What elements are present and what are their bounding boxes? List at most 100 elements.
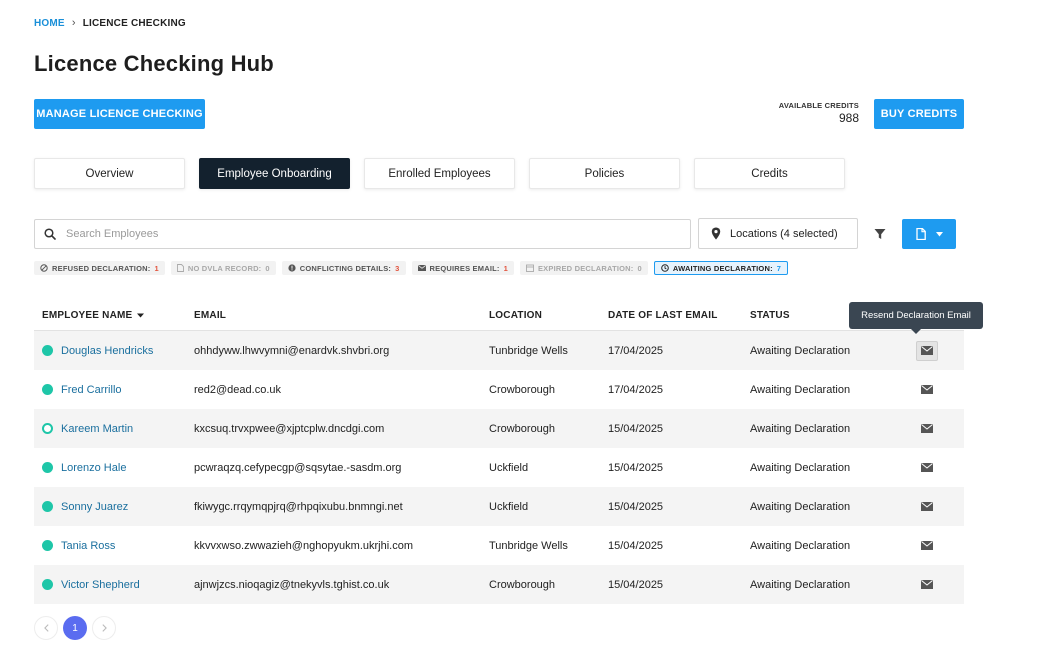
search-box <box>34 219 691 249</box>
envelope-icon <box>921 346 933 355</box>
available-credits: AVAILABLE CREDITS 988 <box>779 101 859 125</box>
employee-name-link[interactable]: Kareem Martin <box>61 423 133 435</box>
table-row: Douglas Hendricks ohhdyww.lhwvymni@enard… <box>34 331 964 370</box>
tab-enrolled-employees[interactable]: Enrolled Employees <box>364 158 515 189</box>
chip-requires-email[interactable]: REQUIRES EMAIL: 1 <box>411 261 514 275</box>
last-email-date: 15/04/2025 <box>608 578 664 591</box>
employee-location: Crowborough <box>489 578 556 591</box>
last-email-date: 15/04/2025 <box>608 461 664 474</box>
employee-email: red2@dead.co.uk <box>194 383 282 396</box>
breadcrumb-current: LICENCE CHECKING <box>82 17 186 29</box>
tab-overview[interactable]: Overview <box>34 158 185 189</box>
chip-count: 3 <box>395 263 400 273</box>
breadcrumb-home-link[interactable]: HOME <box>34 18 65 29</box>
sort-desc-icon <box>137 313 145 317</box>
last-email-date: 15/04/2025 <box>608 539 664 552</box>
employee-email: pcwraqzq.cefypecgp@sqsytae.-sasdm.org <box>194 461 402 474</box>
chip-label: AWAITING DECLARATION: <box>672 263 773 273</box>
column-header-email: EMAIL <box>194 309 227 321</box>
filter-button[interactable] <box>871 226 889 242</box>
next-page-button[interactable] <box>92 616 116 640</box>
resend-email-button[interactable] <box>916 497 938 517</box>
table-row: Sonny Juarez fkiwygc.rrqymqpjrq@rhpqixub… <box>34 487 964 526</box>
employee-name-link[interactable]: Douglas Hendricks <box>61 345 153 357</box>
credits-value: 988 <box>838 111 859 125</box>
chevron-right-icon: › <box>71 17 76 29</box>
page-number-button[interactable]: 1 <box>63 616 87 640</box>
employee-email: kkvvxwso.zwwazieh@nghopyukm.ukrjhi.com <box>194 539 414 552</box>
table-row: Kareem Martin kxcsuq.trvxpwee@xjptcplw.d… <box>34 409 964 448</box>
export-dropdown-button[interactable] <box>902 219 956 249</box>
last-email-date: 17/04/2025 <box>608 344 664 357</box>
search-icon <box>44 228 56 240</box>
status-dot <box>42 579 53 590</box>
employee-location: Crowborough <box>489 383 556 396</box>
resend-email-button[interactable] <box>916 380 938 400</box>
employee-email: ajnwjzcs.nioqagiz@tnekyvls.tghist.co.uk <box>194 578 390 591</box>
employee-status: Awaiting Declaration <box>750 539 851 552</box>
table-row: Victor Shepherd ajnwjzcs.nioqagiz@tnekyv… <box>34 565 964 604</box>
resend-email-tooltip: Resend Declaration Email <box>849 302 983 334</box>
employee-email: kxcsuq.trvxpwee@xjptcplw.dncdgi.com <box>194 422 385 435</box>
table-row: Tania Ross kkvvxwso.zwwazieh@nghopyukm.u… <box>34 526 964 565</box>
status-dot <box>42 540 53 551</box>
chip-conflicting-details[interactable]: CONFLICTING DETAILS: 3 <box>281 261 406 275</box>
chip-count: 1 <box>503 263 508 273</box>
resend-email-button[interactable] <box>916 458 938 478</box>
status-dot-hollow <box>42 423 53 434</box>
clock-icon <box>661 264 669 272</box>
buy-credits-button[interactable]: BUY CREDITS <box>874 99 964 129</box>
page-title: Licence Checking Hub <box>34 51 274 76</box>
column-header-date-of-last-email: DATE OF LAST EMAIL <box>608 309 718 321</box>
envelope-icon <box>921 580 933 589</box>
employee-name-link[interactable]: Victor Shepherd <box>61 579 140 591</box>
tab-credits[interactable]: Credits <box>694 158 845 189</box>
locations-label: Locations (4 selected) <box>730 227 838 240</box>
employee-name-link[interactable]: Sonny Juarez <box>61 501 128 513</box>
last-email-date: 15/04/2025 <box>608 422 664 435</box>
chip-count: 1 <box>154 263 159 273</box>
chip-count: 7 <box>776 263 782 273</box>
employee-location: Tunbridge Wells <box>489 539 568 552</box>
chip-awaiting-declaration[interactable]: AWAITING DECLARATION: 7 <box>653 261 789 275</box>
chip-refused-declaration[interactable]: REFUSED DECLARATION: 1 <box>34 261 165 275</box>
breadcrumb: HOME › LICENCE CHECKING <box>34 17 186 29</box>
chip-label: NO DVLA RECORD: <box>187 263 262 273</box>
column-header-location: LOCATION <box>489 309 543 321</box>
envelope-icon <box>921 463 933 472</box>
employee-status: Awaiting Declaration <box>750 578 851 591</box>
resend-email-button[interactable] <box>916 340 938 361</box>
status-dot <box>42 345 53 356</box>
tab-employee-onboarding[interactable]: Employee Onboarding <box>199 158 350 189</box>
table-header: EMPLOYEE NAME EMAIL LOCATION DATE OF LAS… <box>34 300 964 331</box>
employee-status: Awaiting Declaration <box>750 383 851 396</box>
table-row: Lorenzo Hale pcwraqzq.cefypecgp@sqsytae.… <box>34 448 964 487</box>
employee-email: ohhdyww.lhwvymni@enardvk.shvbri.org <box>194 344 390 357</box>
employee-name-link[interactable]: Fred Carrillo <box>61 384 122 396</box>
resend-email-button[interactable] <box>916 536 938 556</box>
column-header-employee-name[interactable]: EMPLOYEE NAME <box>34 310 194 321</box>
envelope-icon <box>921 385 933 394</box>
manage-licence-checking-button[interactable]: MANAGE LICENCE CHECKING <box>34 99 205 129</box>
filter-icon <box>874 229 886 239</box>
tab-policies[interactable]: Policies <box>529 158 680 189</box>
employee-name-link[interactable]: Tania Ross <box>61 540 115 552</box>
employee-location: Uckfield <box>489 500 529 513</box>
map-pin-icon <box>711 227 721 240</box>
resend-email-button[interactable] <box>916 419 938 439</box>
employee-status: Awaiting Declaration <box>750 344 851 357</box>
envelope-icon <box>921 424 933 433</box>
chip-no-dvla-record[interactable]: NO DVLA RECORD: 0 <box>170 261 276 275</box>
status-filter-chips: REFUSED DECLARATION: 1 NO DVLA RECORD: 0… <box>34 261 789 275</box>
search-input[interactable] <box>66 228 626 240</box>
ban-icon <box>40 264 48 272</box>
chip-label: CONFLICTING DETAILS: <box>299 263 392 273</box>
previous-page-button[interactable] <box>34 616 58 640</box>
chip-expired-declaration[interactable]: EXPIRED DECLARATION: 0 <box>519 261 648 275</box>
resend-email-button[interactable] <box>916 575 938 595</box>
employee-location: Uckfield <box>489 461 529 474</box>
caret-down-icon <box>935 231 943 236</box>
employee-name-link[interactable]: Lorenzo Hale <box>61 462 126 474</box>
pagination: 1 <box>34 616 116 640</box>
locations-dropdown[interactable]: Locations (4 selected) <box>698 218 858 249</box>
